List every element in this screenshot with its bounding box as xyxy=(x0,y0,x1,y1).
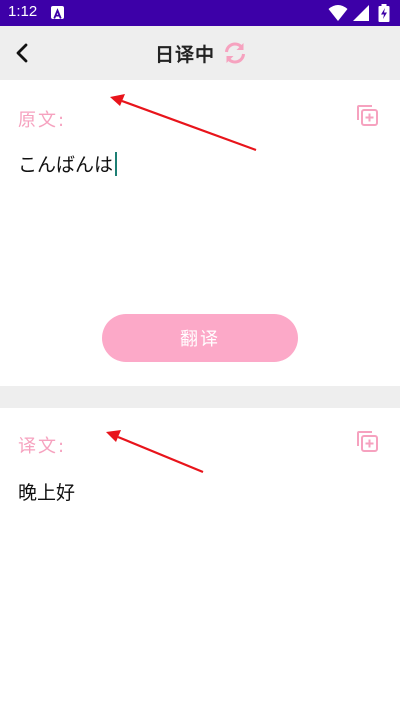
wifi-icon xyxy=(328,5,348,21)
text-cursor xyxy=(115,152,118,176)
source-copy-button[interactable] xyxy=(354,102,380,128)
app-bar: 日译中 xyxy=(0,26,400,80)
page-title: 日译中 xyxy=(154,44,215,66)
result-text: 晚上好 xyxy=(18,482,76,504)
copy-plus-icon xyxy=(357,431,378,452)
result-panel: 译文: 晚上好 xyxy=(0,408,400,710)
battery-icon xyxy=(378,4,390,22)
translate-button[interactable]: 翻译 xyxy=(102,314,298,362)
status-time: 1:12 xyxy=(8,3,38,20)
copy-plus-icon xyxy=(357,105,378,126)
source-input[interactable]: こんばんは xyxy=(18,150,118,177)
sync-icon xyxy=(225,42,245,64)
source-panel: 原文: こんばんは 翻译 xyxy=(0,80,400,386)
swap-language-button[interactable] xyxy=(222,40,248,66)
source-text: こんばんは xyxy=(18,154,114,176)
section-divider xyxy=(0,386,400,408)
signal-icon xyxy=(353,5,369,21)
result-copy-button[interactable] xyxy=(354,428,380,454)
notification-a-icon xyxy=(51,6,64,19)
source-label: 原文: xyxy=(18,110,67,131)
status-bar: 1:12 xyxy=(0,0,400,26)
result-label: 译文: xyxy=(18,436,67,457)
